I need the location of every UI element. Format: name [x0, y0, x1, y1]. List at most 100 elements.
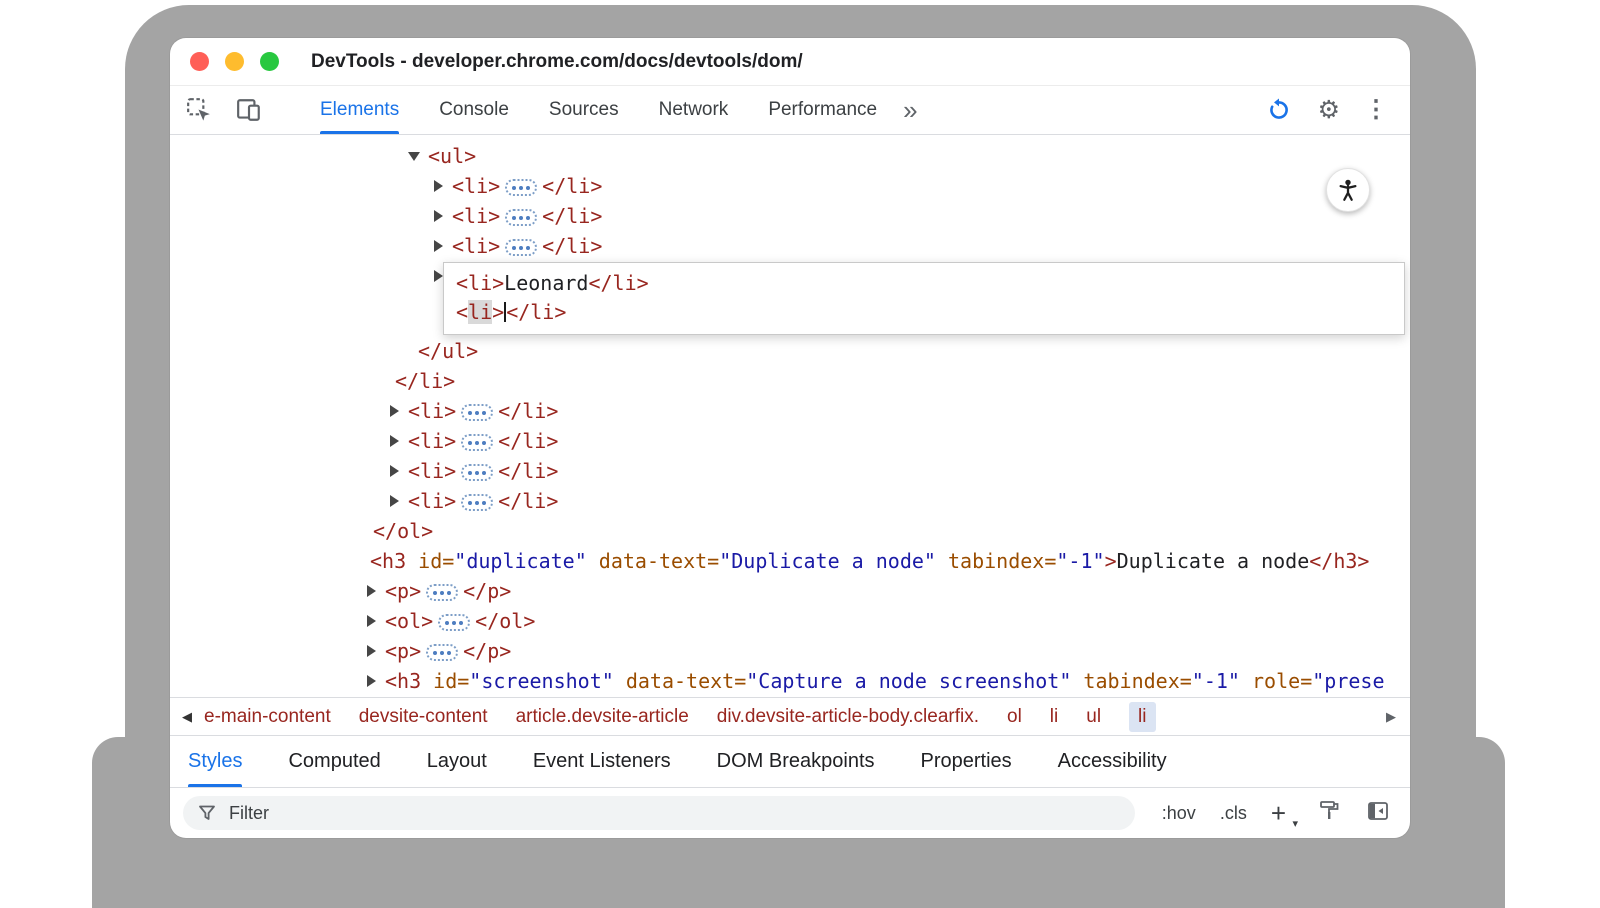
code-token: <li> [456, 271, 504, 295]
code-token: "Duplicate a node" [719, 549, 936, 573]
code-token: < [456, 300, 468, 324]
ellipsis-expander-icon[interactable] [426, 584, 458, 601]
ellipsis-expander-icon[interactable] [461, 494, 493, 511]
dom-node-line[interactable]: <h3 id="screenshot" data-text="Capture a… [170, 666, 1410, 696]
twisty-collapsed-icon[interactable] [365, 606, 385, 636]
breadcrumb-item[interactable]: li [1050, 706, 1058, 728]
ellipsis-expander-icon[interactable] [461, 404, 493, 421]
code-token: li [468, 300, 492, 324]
dom-node-line[interactable]: <li></li> [170, 396, 1410, 426]
sync-icon[interactable] [1264, 95, 1294, 125]
dom-node-line[interactable]: <li></li> [170, 201, 1410, 231]
code-token: id [406, 549, 442, 573]
paint-roller-icon[interactable] [1318, 799, 1342, 828]
breadcrumb-item[interactable]: ol [1007, 706, 1022, 728]
dom-node-line[interactable]: </ul> [170, 336, 1410, 366]
dom-node-line[interactable]: <p></p> [170, 636, 1410, 666]
ellipsis-expander-icon[interactable] [505, 239, 537, 256]
devtools-window: DevTools - developer.chrome.com/docs/dev… [170, 38, 1410, 838]
code-token: = [1300, 669, 1312, 693]
breadcrumb-item[interactable]: li [1129, 702, 1155, 732]
tab-layout[interactable]: Layout [427, 736, 487, 787]
toolbar-right-icons: ⚙ ⋮ [1264, 95, 1388, 125]
pseudo-state-button[interactable]: :hov [1162, 803, 1196, 824]
twisty-collapsed-icon[interactable] [388, 396, 408, 426]
tab-computed[interactable]: Computed [288, 736, 380, 787]
minimize-window-button[interactable] [225, 52, 244, 71]
new-style-rule-button[interactable]: +▾ [1271, 800, 1294, 826]
dom-node-line[interactable]: <ol></ol> [170, 606, 1410, 636]
kebab-menu-icon[interactable]: ⋮ [1364, 98, 1388, 122]
ellipsis-expander-icon[interactable] [505, 179, 537, 196]
twisty-expanded-icon[interactable] [408, 141, 428, 171]
breadcrumb-item[interactable]: article.devsite-article [516, 706, 689, 728]
twisty-collapsed-icon[interactable] [432, 231, 452, 261]
code-token: <li> [408, 429, 456, 453]
code-token: data-text [614, 669, 734, 693]
toggle-sidebar-icon[interactable] [1366, 799, 1390, 828]
code-token: "-1" [1192, 669, 1240, 693]
twisty-collapsed-icon[interactable] [388, 426, 408, 456]
inline-edit-box[interactable]: <li>Leonard</li><li></li> [443, 262, 1405, 335]
dom-node-line[interactable]: </li> [170, 366, 1410, 396]
twisty-collapsed-icon[interactable] [365, 666, 385, 696]
dom-node-line[interactable]: <li></li> [170, 171, 1410, 201]
crumb-scroll-right-icon[interactable]: ▶ [1386, 709, 1396, 725]
code-token: tabindex [936, 549, 1044, 573]
twisty-collapsed-icon[interactable] [432, 171, 452, 201]
dom-node-line[interactable]: <li></li> [170, 456, 1410, 486]
close-window-button[interactable] [190, 52, 209, 71]
dom-node-line[interactable]: </ol> [170, 516, 1410, 546]
ellipsis-expander-icon[interactable] [505, 209, 537, 226]
tab-dom-breakpoints[interactable]: DOM Breakpoints [717, 736, 875, 787]
tab-performance[interactable]: Performance [768, 86, 877, 134]
zoom-window-button[interactable] [260, 52, 279, 71]
dom-node-line[interactable]: <li></li> [170, 231, 1410, 261]
code-token: = [707, 549, 719, 573]
breadcrumb-item[interactable]: div.devsite-article-body.clearfix. [717, 706, 979, 728]
crumb-scroll-left-icon[interactable]: ◀ [182, 709, 192, 725]
inspect-element-icon[interactable] [184, 95, 214, 125]
ellipsis-expander-icon[interactable] [461, 464, 493, 481]
code-token: </h3> [1309, 549, 1369, 573]
accessibility-fab[interactable] [1326, 168, 1370, 212]
tab-network[interactable]: Network [659, 86, 729, 134]
styles-toolbar-buttons: :hov .cls +▾ [1162, 799, 1390, 828]
twisty-collapsed-icon[interactable] [365, 636, 385, 666]
more-panels-icon[interactable]: » [903, 97, 917, 123]
device-toolbar-icon[interactable] [234, 95, 264, 125]
tab-properties[interactable]: Properties [921, 736, 1012, 787]
code-token: > [492, 300, 504, 324]
tab-styles[interactable]: Styles [188, 736, 242, 787]
dom-node-line[interactable]: <li></li> [170, 486, 1410, 516]
breadcrumb-item[interactable]: devsite-content [359, 706, 488, 728]
tab-sources[interactable]: Sources [549, 86, 619, 134]
class-toggle-button[interactable]: .cls [1220, 803, 1247, 824]
filter-input[interactable]: Filter [183, 796, 1135, 830]
tab-accessibility[interactable]: Accessibility [1058, 736, 1167, 787]
code-token: tabindex [1071, 669, 1179, 693]
ellipsis-expander-icon[interactable] [461, 434, 493, 451]
breadcrumb-item[interactable]: ul [1086, 706, 1101, 728]
tab-event-listeners[interactable]: Event Listeners [533, 736, 671, 787]
dom-node-line[interactable]: <p></p> [170, 576, 1410, 606]
breadcrumb-item[interactable]: e-main-content [204, 706, 331, 728]
dom-node-line[interactable]: <li></li> [170, 426, 1410, 456]
twisty-collapsed-icon[interactable] [388, 486, 408, 516]
twisty-collapsed-icon[interactable] [432, 201, 452, 231]
dom-tree: <li><ul><li></li><li></li><li></li><li>L… [170, 135, 1410, 697]
twisty-collapsed-icon[interactable] [365, 576, 385, 606]
code-token: </li> [498, 489, 558, 513]
dom-node-line[interactable]: <h3 id="duplicate" data-text="Duplicate … [170, 546, 1410, 576]
dom-node-line[interactable]: <ul> [170, 141, 1410, 171]
ellipsis-expander-icon[interactable] [426, 644, 458, 661]
code-token: <p> [385, 579, 421, 603]
twisty-collapsed-icon[interactable] [388, 456, 408, 486]
ellipsis-expander-icon[interactable] [438, 614, 470, 631]
tab-elements[interactable]: Elements [320, 86, 399, 134]
code-token: "-1" [1056, 549, 1104, 573]
code-token: "prese [1312, 669, 1384, 693]
dom-node-line[interactable]: <li>Leonard</li><li></li> [170, 261, 1410, 336]
tab-console[interactable]: Console [439, 86, 509, 134]
settings-gear-icon[interactable]: ⚙ [1318, 98, 1340, 123]
